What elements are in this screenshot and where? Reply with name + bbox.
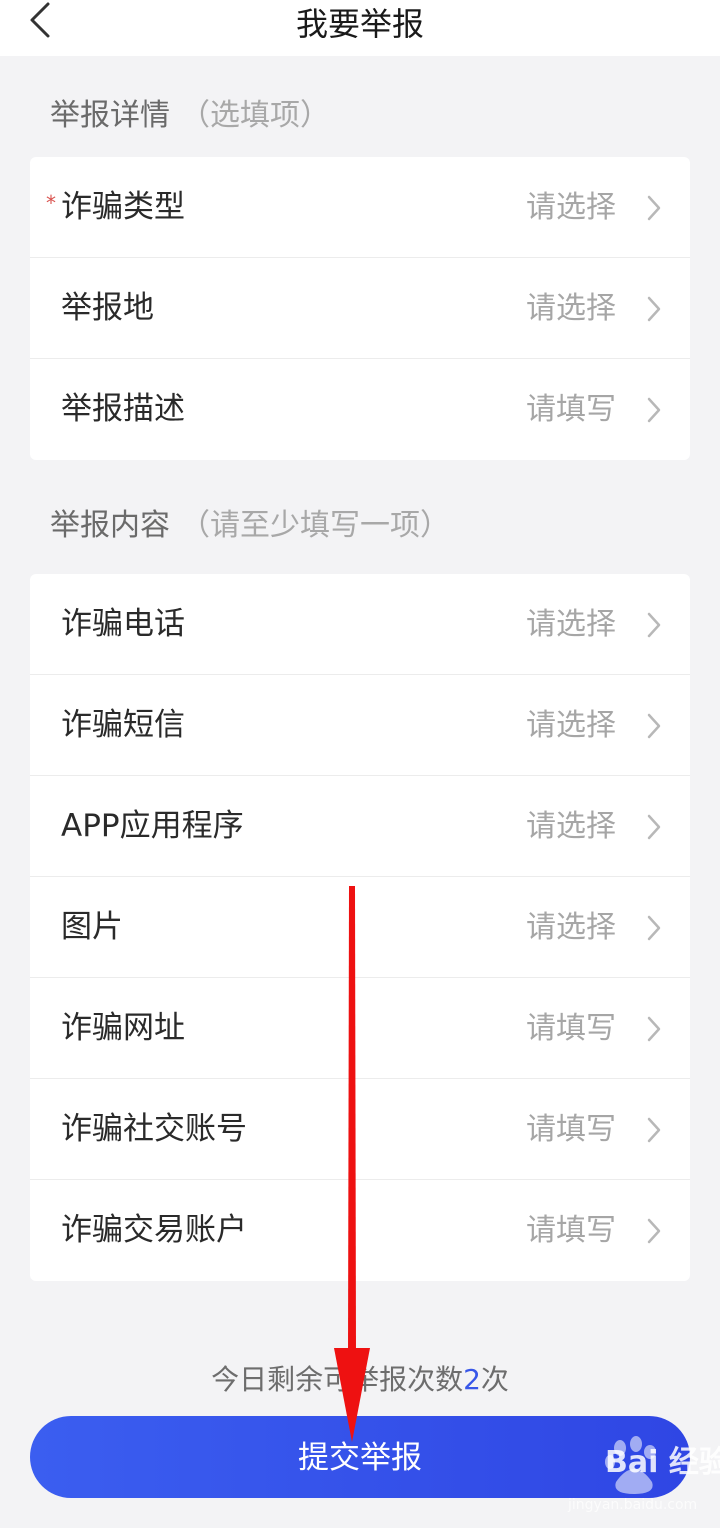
row-value: 请选择	[526, 607, 616, 642]
required-star: *	[46, 191, 56, 215]
chevron-right-icon	[647, 1016, 661, 1042]
chevron-right-icon	[647, 296, 661, 322]
remaining-count: 2	[463, 1363, 481, 1396]
remaining-suffix: 次	[480, 1363, 509, 1396]
row-value: 请选择	[526, 910, 616, 945]
remaining-report-count: 今日剩余可举报次数2次	[0, 1358, 720, 1398]
content-card: 诈骗电话 请选择 诈骗短信 请选择 APP应用程序 请选择 图片 请选择 诈骗网…	[30, 574, 690, 1281]
chevron-right-icon	[647, 1218, 661, 1244]
section-title-text: 举报详情	[50, 98, 170, 133]
row-label: 诈骗网址	[61, 1010, 185, 1046]
header-bar: 我要举报	[0, 0, 720, 56]
row-label: 诈骗社交账号	[61, 1111, 247, 1147]
watermark-text: Bai 经验	[605, 1445, 720, 1480]
section-title-details: 举报详情 （选填项）	[50, 90, 330, 134]
details-card: * 诈骗类型 请选择 举报地 请选择 举报描述 请填写	[30, 157, 690, 460]
row-value: 请填写	[526, 1112, 616, 1147]
remaining-prefix: 今日剩余可举报次数	[211, 1363, 464, 1396]
row-label: 诈骗类型	[61, 189, 185, 225]
row-value: 请填写	[526, 392, 616, 427]
chevron-right-icon	[647, 713, 661, 739]
watermark-url: jingyan.baidu.com	[568, 1497, 698, 1513]
row-label: APP应用程序	[61, 808, 244, 844]
row-label: 诈骗电话	[61, 606, 185, 642]
form-row-fraud-sms[interactable]: 诈骗短信 请选择	[30, 675, 690, 776]
row-value: 请选择	[526, 809, 616, 844]
row-value: 请选择	[526, 708, 616, 743]
row-label: 举报描述	[61, 391, 185, 427]
section-title-content: 举报内容 （请至少填写一项）	[50, 500, 450, 544]
row-value: 请填写	[526, 1213, 616, 1248]
form-row-social-account[interactable]: 诈骗社交账号 请填写	[30, 1079, 690, 1180]
chevron-right-icon	[647, 612, 661, 638]
section-title-text: 举报内容	[50, 508, 170, 543]
form-row-app[interactable]: APP应用程序 请选择	[30, 776, 690, 877]
row-label: 举报地	[61, 290, 154, 326]
page-title: 我要举报	[295, 5, 424, 43]
form-row-report-description[interactable]: 举报描述 请填写	[30, 359, 690, 460]
chevron-right-icon	[647, 915, 661, 941]
chevron-right-icon	[647, 195, 661, 221]
chevron-right-icon	[647, 814, 661, 840]
form-row-fraud-type[interactable]: * 诈骗类型 请选择	[30, 157, 690, 258]
row-label: 诈骗短信	[61, 707, 185, 743]
form-row-report-location[interactable]: 举报地 请选择	[30, 258, 690, 359]
row-label: 诈骗交易账户	[61, 1212, 247, 1248]
form-row-fraud-phone[interactable]: 诈骗电话 请选择	[30, 574, 690, 675]
chevron-right-icon	[647, 397, 661, 423]
form-row-fraud-url[interactable]: 诈骗网址 请填写	[30, 978, 690, 1079]
form-row-trading-account[interactable]: 诈骗交易账户 请填写	[30, 1180, 690, 1281]
row-value: 请选择	[526, 291, 616, 326]
row-value: 请选择	[526, 190, 616, 225]
form-row-image[interactable]: 图片 请选择	[30, 877, 690, 978]
row-value: 请填写	[526, 1011, 616, 1046]
section-hint: （请至少填写一项）	[180, 508, 450, 543]
section-hint: （选填项）	[180, 98, 330, 133]
chevron-right-icon	[647, 1117, 661, 1143]
row-label: 图片	[61, 909, 123, 945]
